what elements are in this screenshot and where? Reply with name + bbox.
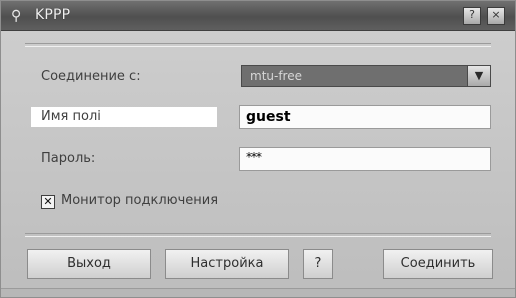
help-title-button[interactable]: ? (463, 7, 481, 25)
close-title-button[interactable]: × (487, 7, 505, 25)
kppp-window: ⚲ KPPP ? × Соединение с: mtu-free ▼ Имя … (0, 0, 516, 298)
connection-label: Соединение с: (41, 69, 141, 84)
chevron-down-icon[interactable]: ▼ (467, 66, 490, 86)
password-label: Пароль: (41, 151, 96, 166)
password-value: *** (246, 150, 262, 164)
connect-button-label: Соединить (400, 256, 476, 271)
help-button-label: ? (314, 256, 322, 271)
top-separator (25, 43, 491, 47)
bottom-separator (25, 233, 491, 237)
exit-button-label: Выход (67, 256, 111, 271)
username-value: guest (246, 109, 291, 125)
close-icon: × (491, 8, 501, 21)
connect-button[interactable]: Соединить (383, 249, 493, 279)
window-title: KPPP (35, 7, 71, 23)
exit-button[interactable]: Выход (27, 249, 151, 279)
monitor-checkbox[interactable]: ✕ (41, 195, 55, 209)
connection-select[interactable]: mtu-free ▼ (241, 65, 491, 87)
kppp-icon: ⚲ (11, 8, 22, 24)
help-button[interactable]: ? (303, 249, 333, 279)
titlebar: ⚲ KPPP ? × (1, 1, 515, 31)
monitor-label: Монитор подключения (61, 193, 219, 208)
username-input[interactable]: guest (239, 105, 491, 129)
settings-button[interactable]: Настройка (165, 249, 289, 279)
settings-button-label: Настройка (190, 256, 264, 271)
connection-value: mtu-free (250, 69, 302, 83)
password-input[interactable]: *** (239, 147, 491, 171)
username-label: Имя полі (41, 109, 101, 124)
help-icon: ? (469, 8, 475, 21)
window-bottom-edge (1, 288, 515, 297)
